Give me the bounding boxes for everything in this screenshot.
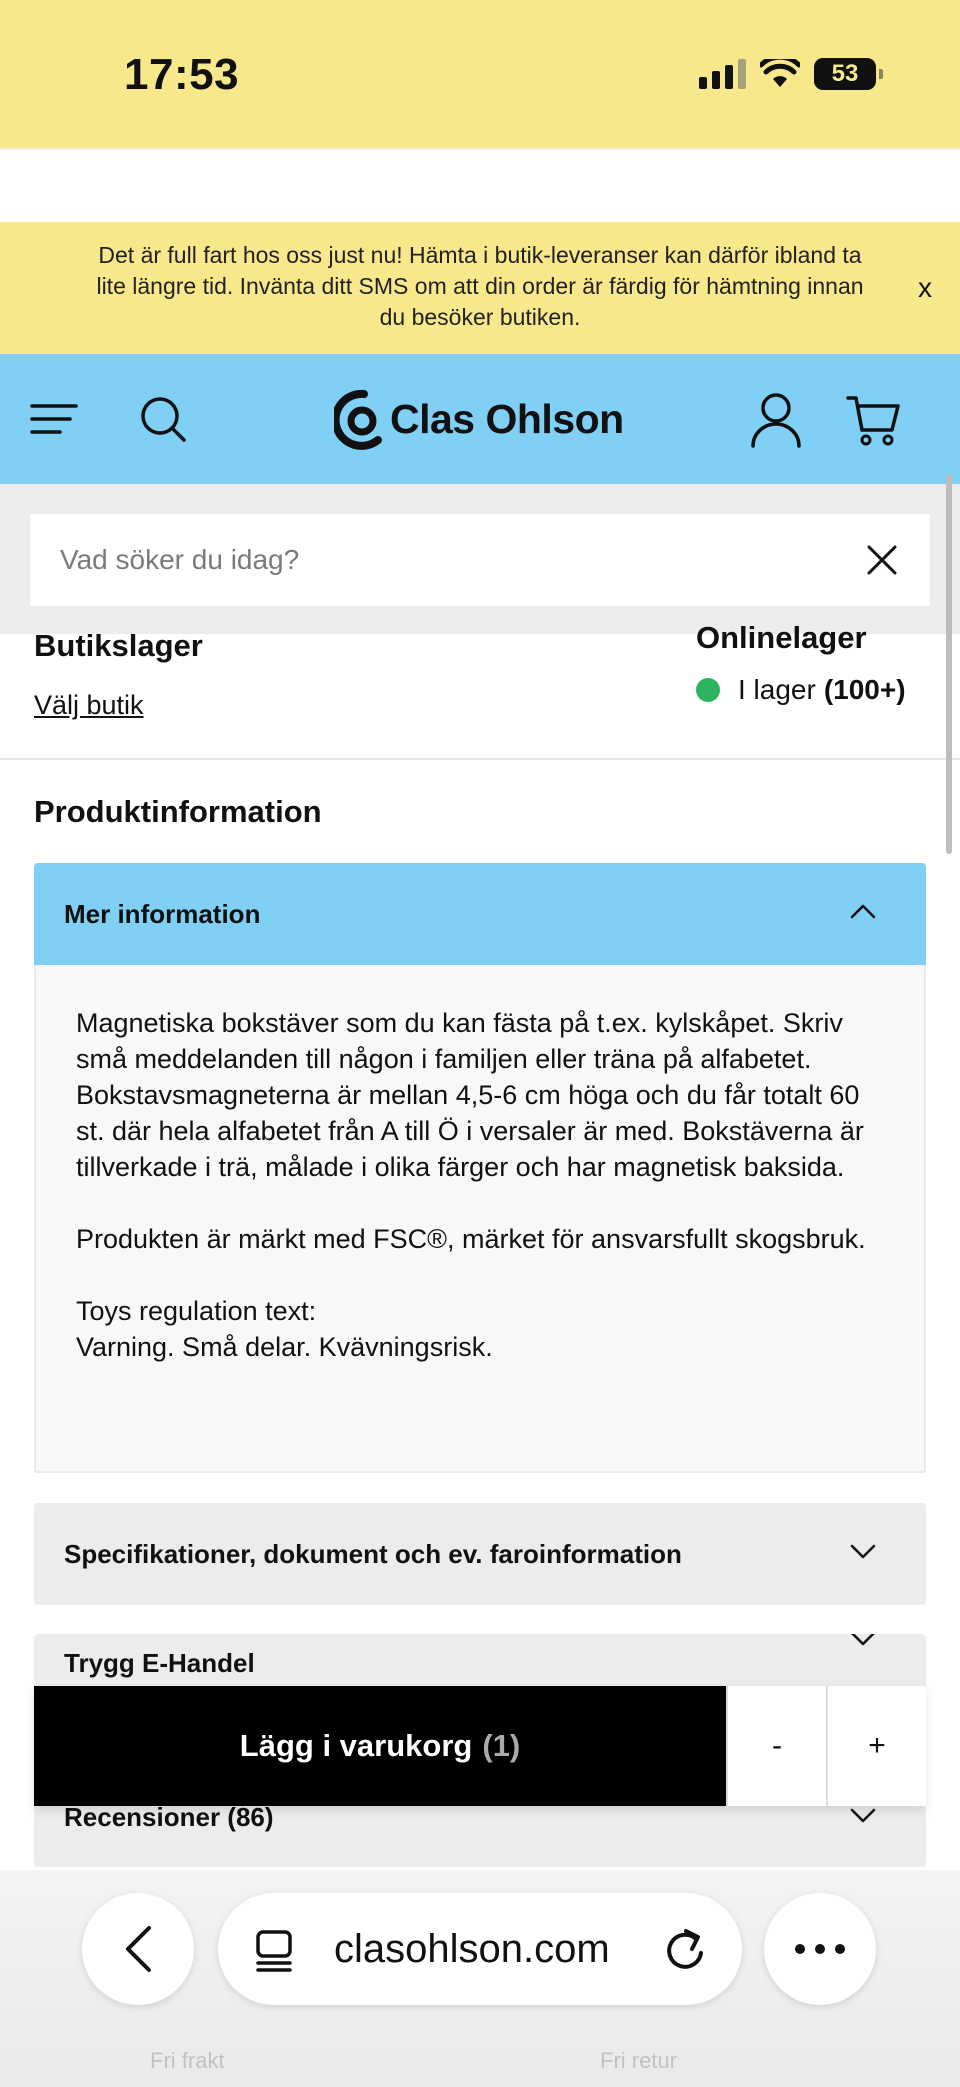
specifications-accordion[interactable]: Specifikationer, dokument och ev. faroin… — [34, 1503, 926, 1605]
stock-section: Butikslager Välj butik Onlinelager I lag… — [0, 620, 960, 760]
add-to-cart-label: Lägg i varukorg — [239, 1728, 473, 1763]
menu-icon[interactable] — [30, 394, 80, 444]
account-icon[interactable] — [750, 392, 802, 448]
decrease-quantity-button[interactable]: - — [726, 1686, 826, 1806]
cart-icon[interactable] — [846, 394, 902, 448]
page-behind-strip — [0, 148, 960, 222]
reload-icon[interactable] — [664, 1927, 706, 1971]
free-return-text: Fri retur — [600, 2048, 677, 2073]
online-stock-title: Onlinelager — [696, 620, 867, 655]
chevron-left-icon — [126, 1926, 151, 1972]
more-options-button[interactable] — [764, 1893, 876, 2005]
in-stock-dot-icon — [696, 678, 720, 702]
stock-count: (100+) — [823, 674, 906, 705]
address-bar[interactable]: clasohlson.com — [218, 1893, 742, 2005]
clas-ohlson-logo[interactable]: Clas Ohlson — [334, 388, 624, 450]
chevron-down-icon — [850, 1544, 876, 1559]
specifications-label: Specifikationer, dokument och ev. faroin… — [64, 1538, 682, 1569]
choose-store-link[interactable]: Välj butik — [34, 690, 144, 721]
search-input[interactable] — [60, 544, 840, 576]
trygg-ehandel-label: Trygg E-Handel — [64, 1647, 255, 1678]
info-banner: Det är full fart hos oss just nu! Hämta … — [0, 222, 960, 354]
add-to-cart-button[interactable]: Lägg i varukorg (1) — [34, 1686, 726, 1806]
cellular-signal-icon — [699, 59, 746, 89]
cart-quantity: (1) — [482, 1728, 521, 1763]
product-info-title: Produktinformation — [34, 794, 322, 829]
more-info-label: Mer information — [64, 898, 261, 929]
status-bar: 17:53 53 — [0, 0, 960, 148]
chevron-down-icon — [851, 1634, 875, 1646]
logo-text: Clas Ohlson — [390, 395, 624, 442]
battery-icon: 53 — [814, 58, 883, 90]
status-time: 17:53 — [124, 50, 240, 99]
fsc-paragraph: Produkten är märkt med FSC®, märket för … — [76, 1224, 866, 1254]
back-button[interactable] — [82, 1893, 194, 2005]
more-info-accordion-header[interactable]: Mer information — [34, 863, 926, 965]
url-text: clasohlson.com — [334, 1926, 610, 1971]
clear-search-icon[interactable] — [866, 544, 898, 576]
banner-text: Det är full fart hos oss just nu! Hämta … — [96, 242, 864, 330]
search-box — [30, 514, 930, 606]
site-header: Clas Ohlson — [0, 354, 960, 484]
banner-close-button[interactable]: x — [918, 272, 932, 304]
tabs-overview-icon[interactable] — [254, 1929, 294, 1973]
page-behind-footer: Fri frakt Fri retur — [0, 2040, 960, 2087]
chevron-down-icon — [850, 1808, 876, 1823]
ellipsis-icon — [795, 1944, 845, 1954]
description-paragraph: Magnetiska bokstäver som du kan fästa på… — [76, 1008, 864, 1182]
chevron-up-icon — [850, 904, 876, 919]
online-stock-status: I lager (100+) — [696, 674, 906, 706]
reviews-label: Recensioner (86) — [64, 1801, 274, 1832]
logo-mark-icon — [334, 389, 382, 450]
add-to-cart-bar: Lägg i varukorg (1) - + — [34, 1686, 926, 1806]
wifi-icon — [760, 59, 800, 87]
search-area — [0, 484, 960, 634]
status-icons: 53 — [699, 58, 883, 90]
toys-regulation-paragraph: Toys regulation text: Varning. Små delar… — [76, 1296, 493, 1362]
search-icon[interactable] — [138, 394, 188, 444]
stock-status-text: I lager — [738, 674, 816, 705]
store-stock-title: Butikslager — [34, 628, 203, 663]
scrollbar[interactable] — [946, 474, 952, 854]
more-info-content: Magnetiska bokstäver som du kan fästa på… — [34, 965, 926, 1473]
increase-quantity-button[interactable]: + — [826, 1686, 926, 1806]
free-shipping-text: Fri frakt — [150, 2048, 225, 2073]
